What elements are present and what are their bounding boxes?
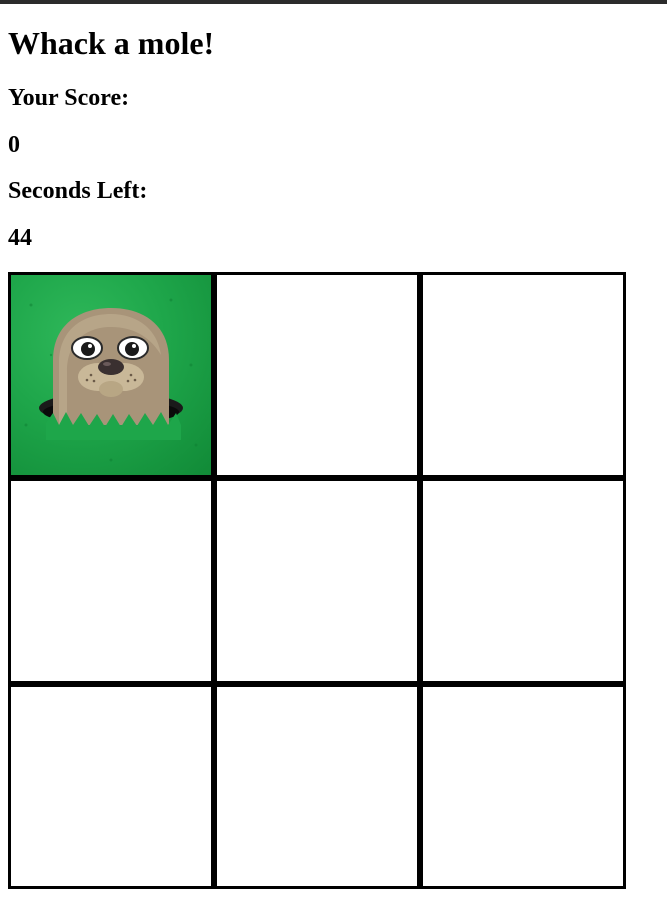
hole-4[interactable] xyxy=(8,478,214,684)
page-title: Whack a mole! xyxy=(8,25,215,61)
hole-2[interactable] xyxy=(214,272,420,478)
hole-8[interactable] xyxy=(214,684,420,889)
hole-5[interactable] xyxy=(214,478,420,684)
hole-1[interactable] xyxy=(8,272,214,478)
seconds-left-label: Seconds Left: xyxy=(8,178,148,204)
seconds-left-value: 44 xyxy=(8,225,32,251)
mole-grid xyxy=(8,272,626,889)
mole-icon xyxy=(24,298,198,462)
hole-7[interactable] xyxy=(8,684,214,889)
hole-6[interactable] xyxy=(420,478,626,684)
hole-3[interactable] xyxy=(420,272,626,478)
score-label: Your Score: xyxy=(8,85,130,111)
hole-9[interactable] xyxy=(420,684,626,889)
top-bar xyxy=(0,0,667,4)
score-value: 0 xyxy=(8,132,20,158)
